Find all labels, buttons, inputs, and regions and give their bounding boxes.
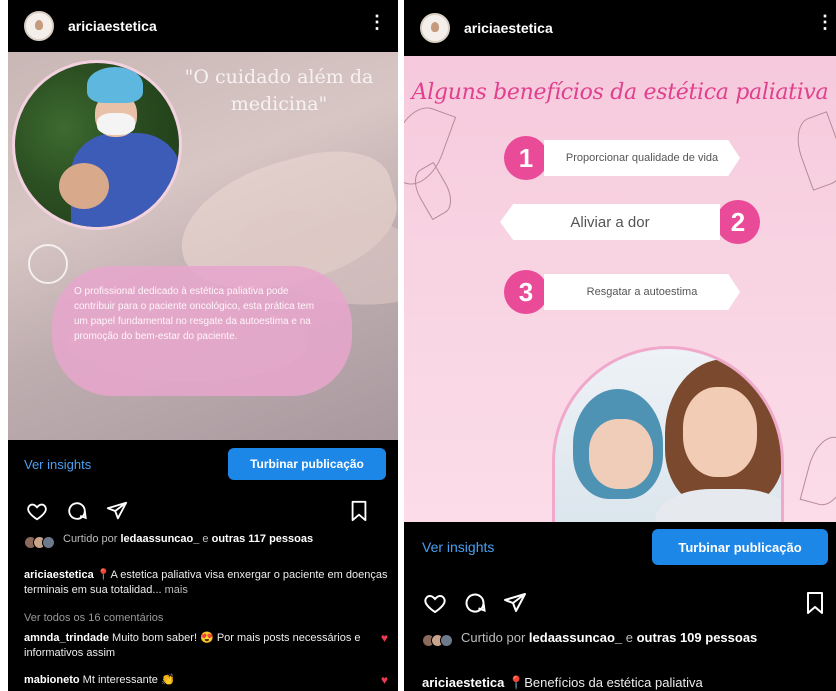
view-insights-link[interactable]: Ver insights bbox=[24, 457, 91, 472]
comment-icon[interactable] bbox=[462, 590, 488, 616]
comment-item: mabioneto Mt interessante 👏 ♥ bbox=[24, 673, 388, 688]
patient-photo bbox=[552, 346, 784, 522]
bookmark-icon[interactable] bbox=[346, 498, 372, 524]
comment-username[interactable]: amnda_trindade bbox=[24, 632, 109, 644]
post-caption: ariciaestetica 📍A estetica paliativa vis… bbox=[24, 569, 388, 596]
comment-item: amnda_trindade Muito bom saber! 😍 Por ma… bbox=[24, 631, 388, 659]
benefit-text: Aliviar a dor bbox=[500, 204, 720, 240]
benefit-text: Proporcionar qualidade de vida bbox=[544, 140, 740, 176]
benefit-text: Resgatar a autoestima bbox=[544, 274, 740, 310]
benefit-number: 2 bbox=[716, 200, 760, 244]
post-quote: "O cuidado além da medicina" bbox=[184, 66, 374, 115]
username[interactable]: ariciaestetica bbox=[464, 20, 553, 36]
avatar[interactable] bbox=[24, 11, 54, 41]
boost-post-button[interactable]: Turbinar publicação bbox=[228, 448, 386, 480]
likes-summary[interactable]: Curtido por ledaassuncao_ e outras 117 p… bbox=[24, 532, 386, 549]
comment-icon[interactable] bbox=[64, 498, 90, 524]
likes-count[interactable]: outras 109 pessoas bbox=[637, 630, 758, 645]
insights-bar: Ver insights Turbinar publicação bbox=[404, 522, 836, 572]
post-header: ariciaestetica ⋮ bbox=[404, 0, 836, 56]
more-icon[interactable]: ⋮ bbox=[816, 12, 834, 33]
liker-avatars bbox=[24, 536, 55, 549]
boost-post-button[interactable]: Turbinar publicação bbox=[652, 529, 828, 565]
likes-count[interactable]: outras 117 pessoas bbox=[212, 533, 314, 545]
liker-avatars bbox=[422, 634, 453, 647]
comment-username[interactable]: mabioneto bbox=[24, 674, 80, 686]
likes-summary[interactable]: Curtido por ledaassuncao_ e outras 109 p… bbox=[422, 630, 824, 647]
benefit-item: 3 Resgatar a autoestima bbox=[504, 270, 740, 314]
post-caption: ariciaestetica 📍Benefícios da estética p… bbox=[422, 675, 703, 690]
insights-bar: Ver insights Turbinar publicação bbox=[8, 440, 398, 488]
username[interactable]: ariciaestetica bbox=[68, 18, 157, 34]
leaf-decoration bbox=[799, 432, 836, 510]
liker-username[interactable]: ledaassuncao_ bbox=[120, 533, 199, 545]
post-header: ariciaestetica ⋮ bbox=[8, 0, 398, 52]
view-all-comments-link[interactable]: Ver todos os 16 comentários bbox=[24, 612, 163, 624]
benefit-item: 1 Proporcionar qualidade de vida bbox=[504, 136, 740, 180]
post-image[interactable]: "O cuidado além da medicina" O profissio… bbox=[8, 52, 398, 440]
benefit-number: 3 bbox=[504, 270, 548, 314]
comment-heart-icon[interactable]: ♥ bbox=[381, 673, 388, 688]
share-icon[interactable] bbox=[104, 498, 130, 524]
decorative-ring bbox=[28, 244, 68, 284]
more-link[interactable]: mais bbox=[162, 584, 188, 596]
caption-username[interactable]: ariciaestetica bbox=[422, 675, 504, 690]
instagram-post-left: ariciaestetica ⋮ "O cuidado além da medi… bbox=[8, 0, 398, 691]
comment-heart-icon[interactable]: ♥ bbox=[381, 631, 388, 646]
post-actions bbox=[404, 588, 836, 618]
share-icon[interactable] bbox=[502, 590, 528, 616]
liker-username[interactable]: ledaassuncao_ bbox=[529, 630, 622, 645]
bookmark-icon[interactable] bbox=[802, 590, 828, 616]
leaf-decoration bbox=[789, 111, 836, 191]
nurse-photo bbox=[12, 60, 182, 230]
post-text-bubble: O profissional dedicado à estética palia… bbox=[52, 266, 352, 396]
caption-username[interactable]: ariciaestetica bbox=[24, 569, 94, 581]
post-image[interactable]: Alguns benefícios da estética paliativa … bbox=[404, 56, 836, 522]
heart-icon[interactable] bbox=[24, 498, 50, 524]
more-icon[interactable]: ⋮ bbox=[368, 12, 386, 33]
heart-icon[interactable] bbox=[422, 590, 448, 616]
post-actions bbox=[8, 496, 398, 526]
post-title: Alguns benefícios da estética paliativa bbox=[411, 80, 829, 105]
avatar[interactable] bbox=[420, 13, 450, 43]
benefit-number: 1 bbox=[504, 136, 548, 180]
view-insights-link[interactable]: Ver insights bbox=[422, 539, 494, 555]
benefit-item: 2 Aliviar a dor bbox=[500, 200, 760, 244]
instagram-post-right: ariciaestetica ⋮ Alguns benefícios da es… bbox=[404, 0, 836, 691]
